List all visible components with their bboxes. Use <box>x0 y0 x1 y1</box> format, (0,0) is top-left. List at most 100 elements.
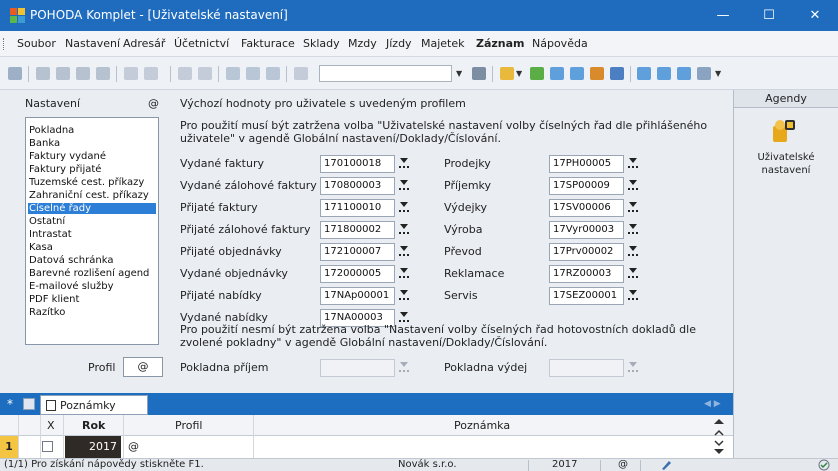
settings-category-list[interactable]: Pokladna Banka Faktury vydané Faktury př… <box>25 117 159 345</box>
toolbar-dropdown-arrow[interactable]: ▼ <box>456 69 462 78</box>
list-item-tuzemske-cest[interactable]: Tuzemské cest. příkazy <box>28 177 156 188</box>
menu-soubor[interactable]: Soubor <box>17 37 56 51</box>
list-item-pokladna[interactable]: Pokladna <box>28 125 156 136</box>
toolbar-icon-filter[interactable] <box>472 67 486 80</box>
table-scrollbar[interactable] <box>709 415 729 458</box>
row-profil[interactable]: @ <box>128 440 139 453</box>
menu-sklady[interactable]: Sklady <box>303 37 340 51</box>
list-item-faktury-vydane[interactable]: Faktury vydané <box>28 151 156 162</box>
field-prijate-zalohove[interactable]: 171800002 <box>320 221 395 239</box>
toolbar-icon-9[interactable] <box>198 67 212 80</box>
toolbar-icon-form-2[interactable] <box>657 67 671 80</box>
field-reklamace[interactable]: 17RZ00003 <box>549 265 624 283</box>
field-prijate-nabidky[interactable]: 17NAp00001 <box>320 287 395 305</box>
dropdown-vydane-zalohove[interactable] <box>397 177 411 195</box>
toolbar-icon-12[interactable] <box>266 67 280 80</box>
field-prodejky[interactable]: 17PH00005 <box>549 155 624 173</box>
user-settings-icon[interactable] <box>771 118 797 144</box>
list-item-ciselne-rady[interactable]: Číselné řady <box>28 203 156 214</box>
dropdown-prijate-objednavky[interactable] <box>397 243 411 261</box>
minimize-button[interactable]: — <box>700 0 746 31</box>
dropdown-vydane-objednavky[interactable] <box>397 265 411 283</box>
list-item-banka[interactable]: Banka <box>28 138 156 149</box>
list-item-intrastat[interactable]: Intrastat <box>28 229 156 240</box>
menu-ucetnictvi[interactable]: Účetnictví <box>174 37 229 51</box>
field-prevod[interactable]: 17Prv00002 <box>549 243 624 261</box>
list-item-ostatni[interactable]: Ostatní <box>28 216 156 227</box>
dropdown-vydejky[interactable] <box>626 199 640 217</box>
dropdown-reklamace[interactable] <box>626 265 640 283</box>
field-vydane-zalohove[interactable]: 170800003 <box>320 177 395 195</box>
folder-icon[interactable] <box>500 67 514 80</box>
field-prijemky[interactable]: 17SP00009 <box>549 177 624 195</box>
dropdown-servis[interactable] <box>626 287 640 305</box>
list-item-emailove-sluzby[interactable]: E-mailové služby <box>28 281 156 292</box>
menu-jizdy[interactable]: Jízdy <box>386 37 412 51</box>
toolbar-icon-10[interactable] <box>226 67 240 80</box>
table-row[interactable]: 1 2017 @ <box>0 436 733 458</box>
menu-majetek[interactable]: Majetek <box>421 37 465 51</box>
tab-scroll-arrows[interactable]: ◀ ▶ <box>704 399 721 409</box>
field-vydane-faktury[interactable]: 170100018 <box>320 155 395 173</box>
toolbar-icon-grid[interactable] <box>550 67 564 80</box>
list-item-faktury-prijate[interactable]: Faktury přijaté <box>28 164 156 175</box>
dropdown-prijemky[interactable] <box>626 177 640 195</box>
toolbar-icon-1[interactable] <box>8 67 22 80</box>
profil-selector[interactable]: @ <box>123 357 163 377</box>
dropdown-prijate-zalohove[interactable] <box>397 221 411 239</box>
menu-fakturace[interactable]: Fakturace <box>241 37 295 51</box>
tab-all[interactable]: * <box>7 397 13 411</box>
toolbar-icon-sheet[interactable] <box>570 67 584 80</box>
folder-dropdown-arrow[interactable]: ▼ <box>516 69 522 78</box>
col-header-x[interactable]: X <box>47 419 55 432</box>
field-servis[interactable]: 17SEZ00001 <box>549 287 624 305</box>
dropdown-vydane-faktury[interactable] <box>397 155 411 173</box>
menu-grip[interactable] <box>3 38 6 50</box>
dropdown-prijate-nabidky[interactable] <box>397 287 411 305</box>
menu-napoveda[interactable]: Nápověda <box>532 37 588 51</box>
toolbar-icon-13[interactable] <box>294 67 308 80</box>
list-item-datova-schranka[interactable]: Datová schránka <box>28 255 156 266</box>
toolbar-icon-5[interactable] <box>96 67 110 80</box>
filter-icon[interactable] <box>23 398 35 410</box>
dropdown-prodejky[interactable] <box>626 155 640 173</box>
toolbar-icon-green[interactable] <box>530 67 544 80</box>
col-header-poznamka[interactable]: Poznámka <box>454 419 510 432</box>
toolbar-more-arrow[interactable]: ▼ <box>715 69 721 78</box>
toolbar-icon-bank[interactable] <box>610 67 624 80</box>
list-item-razitko[interactable]: Razítko <box>28 307 156 318</box>
close-button[interactable]: ✕ <box>792 0 838 31</box>
list-item-zahranicni-cest[interactable]: Zahraniční cest. příkazy <box>28 190 156 201</box>
row-checkbox[interactable] <box>42 441 53 452</box>
field-prijate-objednavky[interactable]: 172100007 <box>320 243 395 261</box>
toolbar-icon-help[interactable] <box>697 67 711 80</box>
row-rok[interactable]: 2017 <box>65 436 121 458</box>
agendy-item-label[interactable]: Uživatelské nastavení <box>744 151 828 177</box>
tab-poznamky[interactable]: Poznámky <box>40 395 148 415</box>
menu-zaznam[interactable]: Záznam <box>476 37 525 51</box>
toolbar-search-input[interactable] <box>319 65 452 82</box>
menu-adresar[interactable]: Adresář <box>123 37 165 51</box>
toolbar-icon-2[interactable] <box>36 67 50 80</box>
list-item-barevne-rozliseni[interactable]: Barevné rozlišení agend <box>28 268 156 279</box>
col-header-rok[interactable]: Rok <box>82 419 105 432</box>
list-item-kasa[interactable]: Kasa <box>28 242 156 253</box>
toolbar-icon-7[interactable] <box>144 67 158 80</box>
field-vydane-objednavky[interactable]: 172000005 <box>320 265 395 283</box>
list-item-pdf-klient[interactable]: PDF klient <box>28 294 156 305</box>
toolbar-icon-6[interactable] <box>124 67 138 80</box>
menu-nastaveni[interactable]: Nastavení <box>65 37 120 51</box>
toolbar-icon-4[interactable] <box>76 67 90 80</box>
field-vydejky[interactable]: 17SV00006 <box>549 199 624 217</box>
dropdown-prijate-faktury[interactable] <box>397 199 411 217</box>
menu-mzdy[interactable]: Mzdy <box>348 37 377 51</box>
toolbar-icon-3[interactable] <box>56 67 70 80</box>
maximize-button[interactable]: ☐ <box>746 0 792 31</box>
toolbar-icon-form-1[interactable] <box>637 67 651 80</box>
toolbar-icon-form-3[interactable] <box>677 67 691 80</box>
toolbar-icon-8[interactable] <box>178 67 192 80</box>
field-vyroba[interactable]: 17Vyr00003 <box>549 221 624 239</box>
toolbar-icon-11[interactable] <box>246 67 260 80</box>
field-prijate-faktury[interactable]: 171100010 <box>320 199 395 217</box>
col-header-profil[interactable]: Profil <box>175 419 202 432</box>
